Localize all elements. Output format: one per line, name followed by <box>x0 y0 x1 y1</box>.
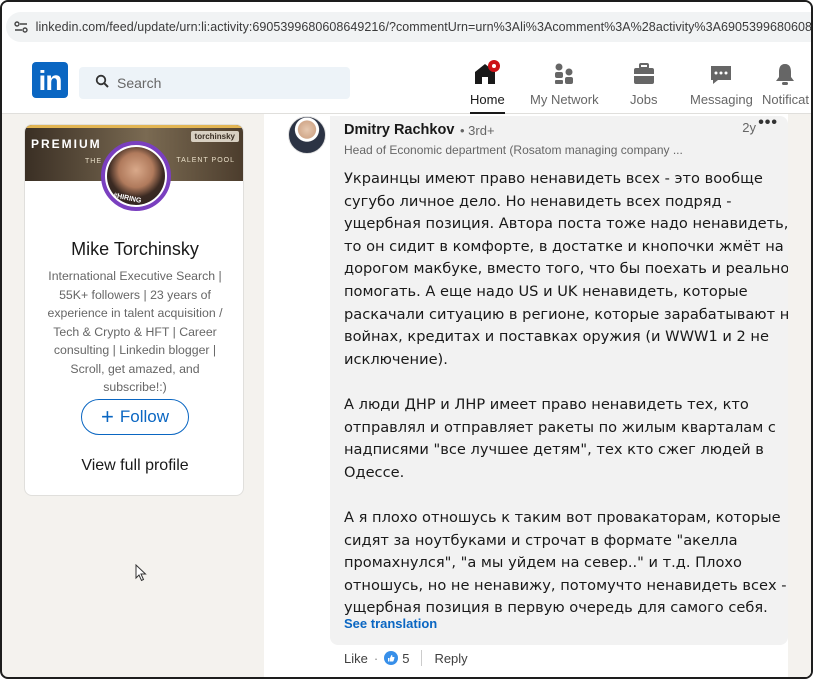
comment-line: исключение). <box>344 350 448 368</box>
like-reaction-icon[interactable] <box>384 651 399 665</box>
view-full-profile-link[interactable]: View full profile <box>25 457 243 475</box>
nav-my-network[interactable]: My Network <box>530 60 599 110</box>
page-background <box>788 114 811 677</box>
comment-line: отправлял и отправляет ракеты по жилым к… <box>344 418 776 436</box>
nav-home-label: Home <box>470 92 505 107</box>
mouse-cursor-icon <box>135 563 147 587</box>
follow-label: Follow <box>119 407 169 426</box>
more-options-icon[interactable]: ••• <box>758 114 778 132</box>
comment-author[interactable]: Dmitry Rachkov <box>344 122 454 138</box>
comment-paragraph: А я плохо отношусь к таким вот провакато… <box>344 507 787 620</box>
profile-headline: International Executive Search | 55K+ fo… <box>47 269 223 394</box>
see-translation-link[interactable]: See translation <box>344 616 437 631</box>
banner-text-left: THE <box>85 158 102 165</box>
browser-window: linkedin.com/feed/update/urn:li:activity… <box>0 0 813 679</box>
comment-line: А люди ДНР и ЛНР имеет право ненавидеть … <box>344 395 749 413</box>
comment-body: Украинцы имеют право ненавидеть всех - э… <box>344 168 802 642</box>
comment-line: сугубо личное дело. Но ненавидеть всех п… <box>344 192 732 210</box>
banner-brand: torchinsky <box>190 131 239 142</box>
url-field[interactable]: linkedin.com/feed/update/urn:li:activity… <box>6 12 811 42</box>
nav-messaging[interactable]: Messaging <box>690 60 753 110</box>
linkedin-logo[interactable]: in <box>32 62 68 98</box>
comment-paragraph: А люди ДНР и ЛНР имеет право ненавидеть … <box>344 394 776 484</box>
comment-line: дорогом макбуке, вместо того, что бы пое… <box>344 260 790 278</box>
bell-icon <box>772 60 798 86</box>
nav-notifications[interactable]: Notificat <box>762 60 809 110</box>
comment-line: Одессе. <box>344 463 405 481</box>
separator-dot: · <box>373 650 379 666</box>
nav-jobs-label: Jobs <box>630 92 658 107</box>
nav-home[interactable]: Home <box>470 60 505 114</box>
search-box[interactable]: Search <box>79 67 350 99</box>
comment-line: ущербная позиция. Автора поста тоже надо… <box>344 215 802 233</box>
comment-line: сидят за ноутбуками и строчат в формате … <box>344 531 738 549</box>
comment-line: то он сидит в комфорте, в достатке и кно… <box>344 237 784 255</box>
comment-actions: Like · 5 Reply <box>344 650 468 666</box>
comment-line: раскачали ситуацию в регионе, которые за… <box>344 305 799 323</box>
comment-thread: Dmitry Rachkov • 3rd+ 2y ••• Head of Eco… <box>264 114 811 677</box>
comment-line: Украинцы имеют право ненавидеть всех - э… <box>344 170 763 187</box>
message-icon <box>708 60 734 86</box>
nav-jobs[interactable]: Jobs <box>630 60 657 110</box>
connection-degree: • 3rd+ <box>460 123 495 138</box>
profile-card: PREMIUM torchinsky THE TALENT POOL #HIRI… <box>24 124 244 496</box>
top-navigation: in Search Home My Network Jobs Messaging… <box>2 54 811 114</box>
home-icon <box>471 60 503 86</box>
comment-line: А я плохо отношусь к таким вот провакато… <box>344 508 781 526</box>
comment-line: отношусь, но не ненавижу, потомучто нена… <box>344 576 787 594</box>
address-bar: linkedin.com/feed/update/urn:li:activity… <box>2 2 811 54</box>
comment-line: промахнулся", "а мы уйдем на север.." и … <box>344 554 742 572</box>
nav-my-network-label: My Network <box>530 92 599 107</box>
comment-line: войнах, кредитах и поставках оружия (и W… <box>344 328 769 346</box>
nav-messaging-label: Messaging <box>690 92 753 107</box>
url-text[interactable]: linkedin.com/feed/update/urn:li:activity… <box>36 20 811 34</box>
comment-paragraph: Украинцы имеют право ненавидеть всех - э… <box>344 168 802 371</box>
briefcase-icon <box>631 60 657 86</box>
commenter-avatar[interactable] <box>288 116 326 154</box>
network-icon <box>551 60 577 86</box>
search-placeholder: Search <box>117 75 162 91</box>
reply-button[interactable]: Reply <box>434 651 467 666</box>
premium-stripe <box>25 125 243 128</box>
banner-text-right: TALENT POOL <box>176 157 235 164</box>
plus-icon: + <box>101 404 114 429</box>
profile-name[interactable]: Mike Torchinsky <box>25 239 243 260</box>
author-headline: Head of Economic department (Rosatom man… <box>344 143 683 157</box>
comment-line: надписями "все лучшее детям", тех кто сж… <box>344 441 764 459</box>
like-button[interactable]: Like <box>344 651 368 666</box>
comment-bubble: Dmitry Rachkov • 3rd+ 2y ••• Head of Eco… <box>330 114 802 645</box>
comment-time: 2y <box>742 120 756 135</box>
nav-notifications-label: Notificat <box>762 92 809 107</box>
reaction-count[interactable]: 5 <box>402 651 409 666</box>
premium-label: PREMIUM <box>31 137 102 151</box>
search-icon <box>95 74 109 93</box>
follow-button[interactable]: + Follow <box>81 399 189 435</box>
divider <box>421 650 423 666</box>
comment-line: помогать. А еще надо US и UK ненавидеть,… <box>344 282 748 300</box>
site-settings-icon[interactable] <box>6 12 36 42</box>
